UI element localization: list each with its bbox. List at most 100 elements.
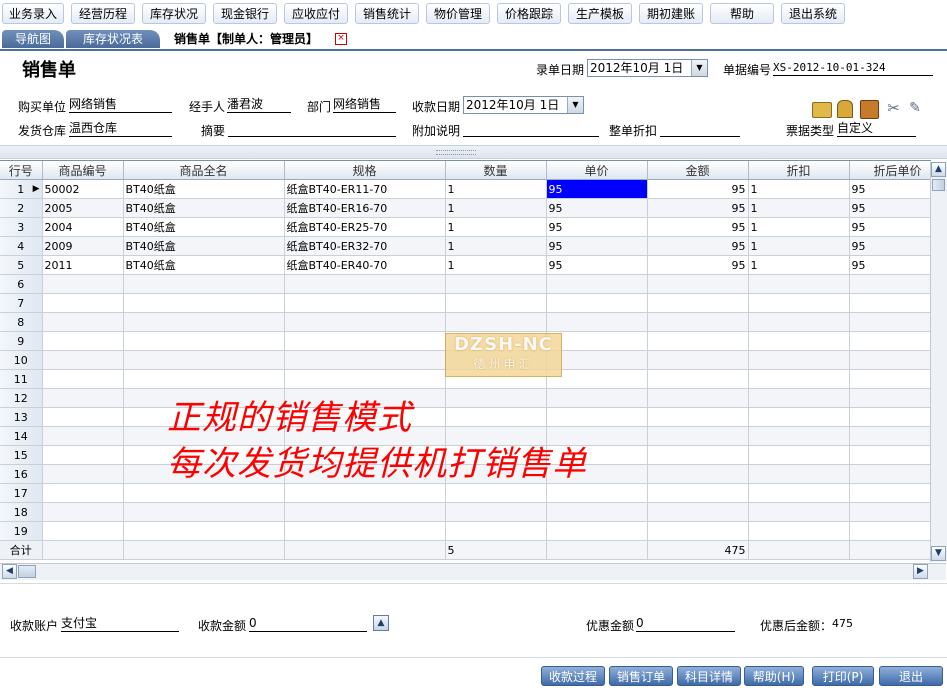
buyer-field[interactable]: 网络销售 [69, 97, 172, 113]
vertical-scroll-thumb[interactable] [932, 179, 945, 191]
cell-unit-price[interactable]: 95 [546, 255, 648, 275]
empty-cell[interactable] [445, 274, 547, 294]
discount-field[interactable] [660, 121, 740, 137]
header-amount[interactable]: 金额 [647, 161, 749, 180]
cell-spec[interactable]: 纸盒BT40-ER16-70 [284, 198, 446, 218]
menu-exit-system[interactable]: 退出系统 [781, 3, 845, 24]
money-icon[interactable] [812, 102, 832, 118]
empty-cell[interactable] [647, 274, 749, 294]
table-row[interactable]: 3 2004 BT40纸盒 纸盒BT40-ER25-70 1 95 95 1 95 [0, 217, 931, 237]
chevron-down-icon[interactable]: ▼ [567, 97, 583, 113]
empty-cell[interactable] [647, 407, 749, 427]
empty-cell[interactable] [748, 502, 850, 522]
empty-cell[interactable] [284, 502, 446, 522]
empty-cell[interactable] [748, 350, 850, 370]
cell-discounted-price[interactable]: 95 [849, 217, 931, 237]
scroll-up-icon[interactable]: ▲ [931, 162, 946, 177]
empty-cell[interactable] [42, 502, 124, 522]
row-number[interactable]: 10 [0, 350, 43, 370]
empty-cell[interactable] [123, 369, 285, 389]
empty-cell[interactable] [748, 445, 850, 465]
row-number[interactable]: 18 [0, 502, 43, 522]
extra-note-field[interactable] [463, 121, 599, 137]
empty-cell[interactable] [123, 274, 285, 294]
row-number[interactable]: 19 [0, 521, 43, 541]
empty-cell[interactable] [42, 293, 124, 313]
attach-icon[interactable]: ✎ [909, 100, 921, 117]
empty-cell[interactable] [748, 312, 850, 332]
empty-cell[interactable] [748, 369, 850, 389]
cell-discount[interactable]: 1 [748, 236, 850, 256]
empty-cell[interactable] [42, 426, 124, 446]
doc-no-field[interactable]: XS-2012-10-01-324 [773, 60, 933, 76]
row-number[interactable]: 6 [0, 274, 43, 294]
empty-cell[interactable] [546, 502, 648, 522]
chevron-down-icon[interactable]: ▼ [691, 60, 707, 76]
cell-unit-price[interactable]: 95 [546, 236, 648, 256]
empty-cell[interactable] [42, 274, 124, 294]
menu-production-template[interactable]: 生产模板 [568, 3, 632, 24]
empty-cell[interactable] [284, 312, 446, 332]
row-number[interactable]: 14 [0, 426, 43, 446]
empty-cell[interactable] [42, 388, 124, 408]
empty-cell[interactable] [748, 464, 850, 484]
empty-cell[interactable] [42, 464, 124, 484]
empty-cell[interactable] [284, 293, 446, 313]
close-tab-icon[interactable]: × [335, 33, 347, 45]
cell-product-code[interactable]: 2011 [42, 255, 124, 275]
exit-button[interactable]: 退出 [879, 666, 943, 686]
tools-icon[interactable]: ✂ [885, 100, 902, 117]
cell-quantity[interactable]: 1 [445, 236, 547, 256]
cell-discounted-price[interactable]: 95 [849, 255, 931, 275]
cell-amount[interactable]: 95 [647, 198, 749, 218]
empty-cell[interactable] [284, 369, 446, 389]
menu-stock-status[interactable]: 库存状况 [142, 3, 206, 24]
empty-cell[interactable] [546, 388, 648, 408]
summary-field[interactable] [228, 121, 396, 137]
empty-cell[interactable] [647, 350, 749, 370]
empty-cell[interactable] [849, 445, 931, 465]
empty-cell[interactable] [284, 483, 446, 503]
row-number[interactable]: 4 [0, 236, 43, 256]
table-row[interactable]: 1 ▶ 50002 BT40纸盒 纸盒BT40-ER11-70 1 95 95 1 95 [0, 179, 931, 199]
scroll-left-icon[interactable]: ◀ [2, 564, 17, 579]
cell-discount[interactable]: 1 [748, 217, 850, 237]
table-row[interactable]: 19 [0, 521, 931, 541]
empty-cell[interactable] [546, 483, 648, 503]
cell-discounted-price[interactable]: 95 [849, 179, 931, 199]
cell-unit-price[interactable]: 95 [546, 179, 648, 199]
menu-cash-bank[interactable]: 现金银行 [213, 3, 277, 24]
empty-cell[interactable] [123, 483, 285, 503]
empty-cell[interactable] [42, 445, 124, 465]
table-row[interactable]: 7 [0, 293, 931, 313]
tab-navigation[interactable]: 导航图 [2, 30, 64, 48]
cell-product-name[interactable]: BT40纸盒 [123, 179, 285, 199]
row-number[interactable]: 16 [0, 464, 43, 484]
menu-business-entry[interactable]: 业务录入 [2, 3, 64, 24]
cell-quantity[interactable]: 1 [445, 255, 547, 275]
cell-amount[interactable]: 95 [647, 236, 749, 256]
sales-order-button[interactable]: 销售订单 [609, 666, 673, 686]
empty-cell[interactable] [123, 521, 285, 541]
empty-cell[interactable] [42, 407, 124, 427]
row-number[interactable]: 15 [0, 445, 43, 465]
empty-cell[interactable] [748, 274, 850, 294]
pay-date-picker[interactable]: 2012年10月 1日 ▼ [463, 96, 584, 114]
empty-cell[interactable] [748, 293, 850, 313]
empty-cell[interactable] [849, 426, 931, 446]
empty-cell[interactable] [445, 312, 547, 332]
empty-cell[interactable] [748, 331, 850, 351]
menu-opening-setup[interactable]: 期初建账 [639, 3, 703, 24]
empty-cell[interactable] [42, 483, 124, 503]
empty-cell[interactable] [284, 274, 446, 294]
empty-cell[interactable] [849, 369, 931, 389]
empty-cell[interactable] [748, 407, 850, 427]
row-number[interactable]: 7 [0, 293, 43, 313]
cell-spec[interactable]: 纸盒BT40-ER40-70 [284, 255, 446, 275]
header-product-name[interactable]: 商品全名 [123, 161, 285, 180]
row-number[interactable]: 9 [0, 331, 43, 351]
empty-cell[interactable] [42, 331, 124, 351]
empty-cell[interactable] [849, 483, 931, 503]
empty-cell[interactable] [42, 350, 124, 370]
tab-sales-order-active[interactable]: 销售单【制单人：管理员】 [174, 30, 334, 48]
